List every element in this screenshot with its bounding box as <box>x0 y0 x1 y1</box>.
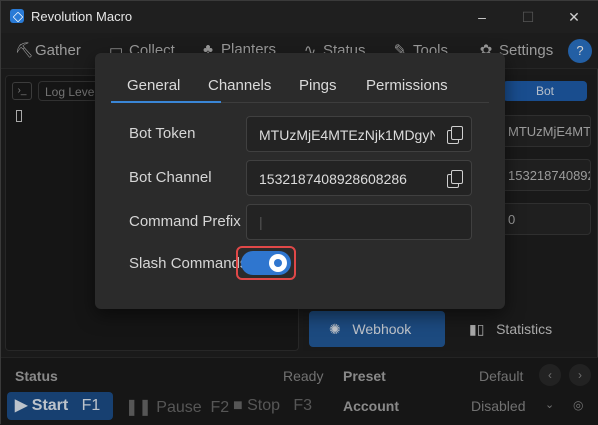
toggle-knob <box>269 254 287 272</box>
slash-commands-highlight <box>236 246 296 280</box>
window-title: Revolution Macro <box>31 9 133 24</box>
app-window: Revolution Macro – ☐ ✕ ⛏Gather ▭ Collect … <box>0 0 598 425</box>
slash-commands-label: Slash Commands <box>129 255 248 272</box>
copy-icon[interactable] <box>447 170 463 188</box>
bot-channel-field[interactable]: 1532187408928608286 <box>246 160 472 196</box>
active-tab-indicator <box>111 101 221 103</box>
tab-channels[interactable]: Channels <box>208 77 271 94</box>
bot-token-value: MTUzMjE4MTEzNjk1MDgyN <box>259 127 435 143</box>
maximize-button[interactable]: ☐ <box>505 1 551 33</box>
bot-channel-label: Bot Channel <box>129 169 212 186</box>
minimize-button[interactable]: – <box>459 1 505 33</box>
title-bar: Revolution Macro – ☐ ✕ <box>1 1 598 33</box>
command-prefix-label: Command Prefix <box>129 213 241 230</box>
tab-general[interactable]: General <box>127 77 180 94</box>
caret: | <box>259 214 263 230</box>
bot-channel-value: 1532187408928608286 <box>259 171 407 187</box>
tab-permissions[interactable]: Permissions <box>366 77 448 94</box>
tab-pings[interactable]: Pings <box>299 77 337 94</box>
app-logo-icon <box>10 9 24 23</box>
command-prefix-field[interactable]: | <box>246 204 472 240</box>
discord-settings-modal: General Channels Pings Permissions Bot T… <box>95 53 505 309</box>
bot-token-label: Bot Token <box>129 125 196 142</box>
slash-commands-toggle[interactable] <box>241 251 291 275</box>
bot-token-field[interactable]: MTUzMjE4MTEzNjk1MDgyN <box>246 116 472 152</box>
copy-icon[interactable] <box>447 126 463 144</box>
close-button[interactable]: ✕ <box>551 1 597 33</box>
